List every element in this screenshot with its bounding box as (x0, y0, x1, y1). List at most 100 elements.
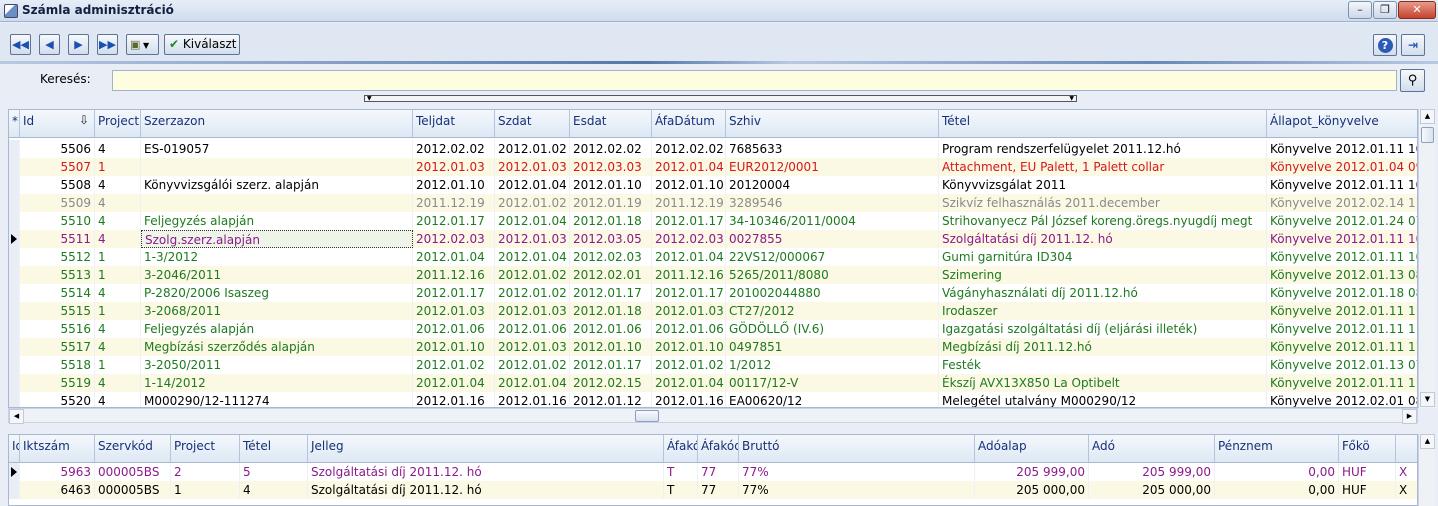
last-record-button[interactable]: ▶▶ (97, 34, 118, 55)
column-header-teljdat[interactable]: Teljdat (413, 110, 495, 138)
cell-allapot[interactable]: Könyvelve 2012.01.11 10: (1267, 140, 1417, 158)
table-row[interactable]: 5510 4 Feljegyzés alapján 2012.01.17 2012.01… (9, 212, 1417, 230)
cell-esdat[interactable]: 2012.01.10 (570, 176, 652, 194)
cell-id[interactable]: 5508 (20, 176, 95, 194)
cell-id[interactable]: 5516 (20, 320, 95, 338)
cell-esdat[interactable]: 2012.01.19 (570, 194, 652, 212)
cell-esdat[interactable]: 2012.02.15 (570, 374, 652, 392)
table-row[interactable]: 5514 4 P-2820/2006 Isaszeg 2012.01.17 2012.0… (9, 284, 1417, 302)
cell-teljdat[interactable]: 2012.01.03 (413, 158, 495, 176)
cell-allapot[interactable]: Könyvelve 2012.01.11 11: (1267, 302, 1417, 320)
cell-szdat[interactable]: 2012.01.02 (495, 266, 570, 284)
cell-szdat[interactable]: 2012.01.04 (495, 248, 570, 266)
cell-tetel[interactable]: Strihovanyecz Pál József koreng.öregs.ny… (939, 212, 1267, 230)
cell-foko[interactable]: X (1396, 481, 1417, 499)
table-row[interactable]: 5513 1 3-2046/2011 2011.12.16 2012.01.02 2012… (9, 266, 1417, 284)
row-indicator[interactable] (9, 140, 20, 158)
cell-brutto[interactable]: 205 000,00 (975, 481, 1089, 499)
minimize-button[interactable]: – (1348, 1, 1372, 19)
cell-tetel[interactable]: Ékszíj AVX13X850 La Optibelt (939, 374, 1267, 392)
cell-adoalap[interactable]: 205 999,00 (1089, 463, 1215, 481)
invoice-items-grid[interactable]: Id Iktszám Szervkód Project Tétel Jelleg Áfakó… (8, 434, 1418, 506)
cell-tetel[interactable]: Attachment, EU Palett, 1 Palett collar (939, 158, 1267, 176)
cell-szerzazon[interactable]: M000290/12-111274 (141, 392, 413, 407)
cell-project[interactable]: 4 (95, 194, 141, 212)
cell-project[interactable]: 4 (95, 338, 141, 356)
table-row[interactable]: 5512 1 1-3/2012 2012.01.04 2012.01.04 2012.02… (9, 248, 1417, 266)
scroll-up-icon[interactable]: ▲ (1420, 434, 1435, 449)
cell-szdat[interactable]: 2012.01.04 (495, 176, 570, 194)
column-header-adoalap[interactable]: Adó (1089, 435, 1215, 463)
prev-record-button[interactable]: ◀ (39, 34, 60, 55)
cell-iktszam[interactable]: 000005BS (95, 463, 171, 481)
column-header-penznem[interactable]: Főkö (1339, 435, 1396, 463)
cell-project[interactable]: 1 (95, 158, 141, 176)
cell-afadatum[interactable]: 2012.01.10 (652, 176, 726, 194)
cell-szhiv[interactable]: 34-10346/2011/0004 (726, 212, 939, 230)
scroll-up-icon[interactable]: ▲ (1420, 109, 1435, 124)
cell-szdat[interactable]: 2012.01.03 (495, 338, 570, 356)
cell-szdat[interactable]: 2012.01.04 (495, 374, 570, 392)
table-row[interactable]: 5509 4 2011.12.19 2012.01.02 2012.01.19 2011.… (9, 194, 1417, 212)
column-header-afakod-megnevezes[interactable]: Bruttó (739, 435, 975, 463)
cell-id[interactable]: 5507 (20, 158, 95, 176)
row-indicator[interactable] (9, 302, 20, 320)
cell-szhiv[interactable]: GÖDÖLLŐ (IV.6) (726, 320, 939, 338)
cell-tetel[interactable]: Szolgáltatási díj 2011.12. hó (308, 463, 664, 481)
cell-project[interactable]: 4 (95, 374, 141, 392)
cell-project[interactable]: 4 (240, 481, 308, 499)
cell-jelleg[interactable]: T (664, 463, 698, 481)
cell-project[interactable]: 4 (95, 392, 141, 407)
row-indicator[interactable] (9, 320, 20, 338)
cell-szdat[interactable]: 2012.01.04 (495, 212, 570, 230)
column-header-tetel[interactable]: Jelleg (308, 435, 664, 463)
cell-tetel[interactable]: Könyvvizsgálat 2011 (939, 176, 1267, 194)
table-row[interactable]: 6463 000005BS 1 4 Szolgáltatási díj 2011.12.… (9, 481, 1417, 499)
cell-afadatum[interactable]: 2012.01.04 (652, 248, 726, 266)
cell-szdat[interactable]: 2012.01.03 (495, 230, 570, 248)
cell-afadatum[interactable]: 2012.01.03 (652, 302, 726, 320)
cell-teljdat[interactable]: 2012.01.04 (413, 374, 495, 392)
row-indicator[interactable] (9, 158, 20, 176)
table-row[interactable]: 5517 4 Megbízási szerződés alapján 2012.01.… (9, 338, 1417, 356)
cell-allapot[interactable]: Könyvelve 2012.01.24 07: (1267, 212, 1417, 230)
column-header-afakod[interactable]: Áfakód megnevezés (698, 435, 739, 463)
cell-id[interactable]: 5518 (20, 356, 95, 374)
table-row[interactable]: 5519 4 1-14/2012 2012.01.04 2012.01.04 2012.0… (9, 374, 1417, 392)
cell-afadatum[interactable]: 2012.01.04 (652, 374, 726, 392)
cell-afadatum[interactable]: 2011.12.16 (652, 266, 726, 284)
cell-tetel[interactable]: Megbízási díj 2011.12.hó (939, 338, 1267, 356)
cell-esdat[interactable]: 2012.01.06 (570, 320, 652, 338)
cell-esdat[interactable]: 2012.03.05 (570, 230, 652, 248)
cell-teljdat[interactable]: 2012.01.04 (413, 248, 495, 266)
cell-szerzazon[interactable]: 3-2050/2011 (141, 356, 413, 374)
cell-teljdat[interactable]: 2012.01.10 (413, 338, 495, 356)
cell-tetel[interactable]: Vágányhasználati díj 2011.12.hó (939, 284, 1267, 302)
row-indicator[interactable] (9, 248, 20, 266)
cell-teljdat[interactable]: 2012.01.03 (413, 302, 495, 320)
cell-teljdat[interactable]: 2011.12.19 (413, 194, 495, 212)
row-indicator[interactable] (9, 176, 20, 194)
scroll-left-icon[interactable]: ◀ (9, 409, 24, 424)
cell-szdat[interactable]: 2012.01.03 (495, 158, 570, 176)
cell-penznem[interactable]: HUF (1339, 481, 1396, 499)
cell-tetel[interactable]: Gumi garnitúra ID304 (939, 248, 1267, 266)
column-header-esdat[interactable]: Esdat (570, 110, 652, 138)
hscroll-thumb[interactable] (635, 410, 659, 422)
cell-allapot[interactable]: Könyvelve 2012.01.18 08: (1267, 284, 1417, 302)
column-header-afadatum[interactable]: ÁfaDátum (652, 110, 726, 138)
search-input[interactable] (112, 70, 1397, 91)
row-indicator[interactable] (9, 356, 20, 374)
row-indicator[interactable] (9, 230, 20, 248)
column-header-szdat[interactable]: Szdat (495, 110, 570, 138)
cell-teljdat[interactable]: 2012.01.02 (413, 356, 495, 374)
cell-id[interactable]: 5506 (20, 140, 95, 158)
table-row[interactable]: 5520 4 M000290/12-111274 2012.01.16 2012.01.… (9, 392, 1417, 407)
cell-teljdat[interactable]: 2012.02.03 (413, 230, 495, 248)
cell-id[interactable]: 5520 (20, 392, 95, 407)
cell-tetel[interactable]: Festék (939, 356, 1267, 374)
cell-tetel[interactable]: Szolgáltatási díj 2011.12. hó (939, 230, 1267, 248)
cell-esdat[interactable]: 2012.01.10 (570, 338, 652, 356)
cell-szhiv[interactable]: CT27/2012 (726, 302, 939, 320)
column-header-indicator[interactable]: * (9, 110, 20, 138)
